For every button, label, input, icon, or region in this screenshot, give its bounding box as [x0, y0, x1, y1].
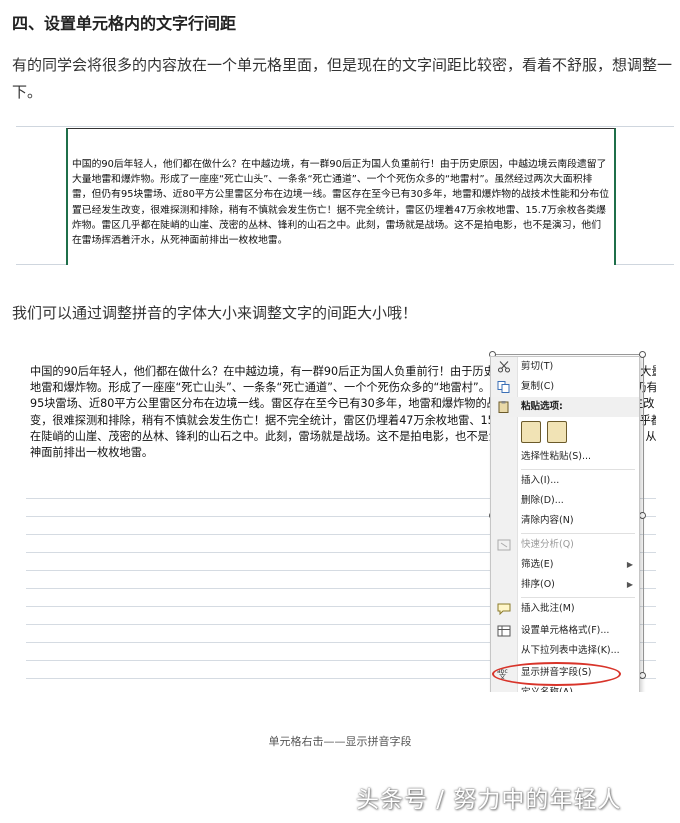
menu-separator: [521, 533, 635, 534]
cell-text: 中国的90后年轻人，他们都在做什么？在中越边境，有一群90后正为国人负重前行！由…: [72, 159, 610, 247]
copy-icon: [497, 381, 510, 393]
menu-item-clear-contents[interactable]: 清除内容(N): [491, 511, 639, 531]
scissors-icon: [498, 361, 510, 373]
format-cells-icon: [497, 625, 511, 637]
submenu-arrow-icon: ▶: [626, 580, 633, 589]
highlight-oval: [492, 662, 621, 686]
menu-item-label: 插入(I)...: [521, 475, 560, 486]
menu-item-label: 清除内容(N): [521, 515, 574, 526]
screenshot-context-menu: 中国的90后年轻人，他们都在做什么？在中越边境，有一群90后正为国人负重前行！由…: [26, 342, 656, 692]
figure-caption: 单元格右击——显示拼音字段: [268, 735, 412, 748]
menu-item-cut[interactable]: 剪切(T): [491, 357, 639, 377]
section-heading: 四、设置单元格内的文字行间距: [12, 14, 237, 33]
menu-item-delete[interactable]: 删除(D)...: [491, 491, 639, 511]
menu-item-label: 粘贴选项:: [521, 401, 563, 412]
menu-item-pick-from-list[interactable]: 从下拉列表中选择(K)...: [491, 641, 639, 661]
context-menu: 剪切(T) 复制(C) 粘贴选项: 选择性粘贴(S)... 插入(I)... 删…: [490, 356, 640, 692]
clipboard-icon: [498, 401, 509, 413]
menu-item-label: 选择性粘贴(S)...: [521, 451, 592, 462]
menu-separator: [521, 469, 635, 470]
paste-options-row: [491, 417, 639, 447]
menu-item-copy[interactable]: 复制(C): [491, 377, 639, 397]
menu-item-label: 排序(O): [521, 579, 555, 590]
menu-item-insert-comment[interactable]: 插入批注(M): [491, 599, 639, 619]
paste-format-brush-icon[interactable]: [521, 421, 541, 443]
comment-icon: [497, 603, 511, 615]
screenshot-dense-cell: 中国的90后年轻人，他们都在做什么？在中越边境，有一群90后正为国人负重前行！由…: [16, 122, 674, 265]
menu-item-label: 从下拉列表中选择(K)...: [521, 645, 620, 656]
menu-item-label: 设置单元格格式(F)...: [521, 625, 610, 636]
menu-item-label: 复制(C): [521, 381, 555, 392]
resize-handle[interactable]: [639, 351, 646, 358]
paste-clipboard-icon[interactable]: [547, 421, 567, 443]
tip-paragraph: 我们可以通过调整拼音的字体大小来调整文字的间距大小哦！: [12, 304, 418, 322]
spreadsheet-cell: 中国的90后年轻人，他们都在做什么？在中越边境，有一群90后正为国人负重前行！由…: [66, 128, 616, 265]
menu-item-format-cells[interactable]: 设置单元格格式(F)...: [491, 621, 639, 641]
resize-handle[interactable]: [639, 512, 646, 519]
menu-item-sort[interactable]: 排序(O) ▶: [491, 575, 639, 595]
menu-item-label: 剪切(T): [521, 361, 554, 372]
resize-handle[interactable]: [639, 672, 646, 679]
menu-item-label: 删除(D)...: [521, 495, 564, 506]
menu-section-paste-options: 粘贴选项:: [491, 397, 639, 417]
menu-separator: [521, 597, 635, 598]
menu-item-label: 筛选(E): [521, 559, 554, 570]
menu-item-filter[interactable]: 筛选(E) ▶: [491, 555, 639, 575]
quick-analysis-icon: [497, 539, 511, 551]
menu-item-insert[interactable]: 插入(I)...: [491, 471, 639, 491]
intro-paragraph: 有的同学会将很多的内容放在一个单元格里面，但是现在的文字间距比较密，看着不舒服，…: [12, 56, 673, 101]
menu-item-quick-analysis[interactable]: 快速分析(Q): [491, 535, 639, 555]
submenu-arrow-icon: ▶: [626, 560, 633, 569]
menu-item-label: 快速分析(Q): [521, 539, 574, 550]
menu-item-paste-special[interactable]: 选择性粘贴(S)...: [491, 447, 639, 467]
menu-item-label: 插入批注(M): [521, 603, 575, 614]
watermark: 头条号 / 努力中的年轻人: [356, 787, 622, 813]
